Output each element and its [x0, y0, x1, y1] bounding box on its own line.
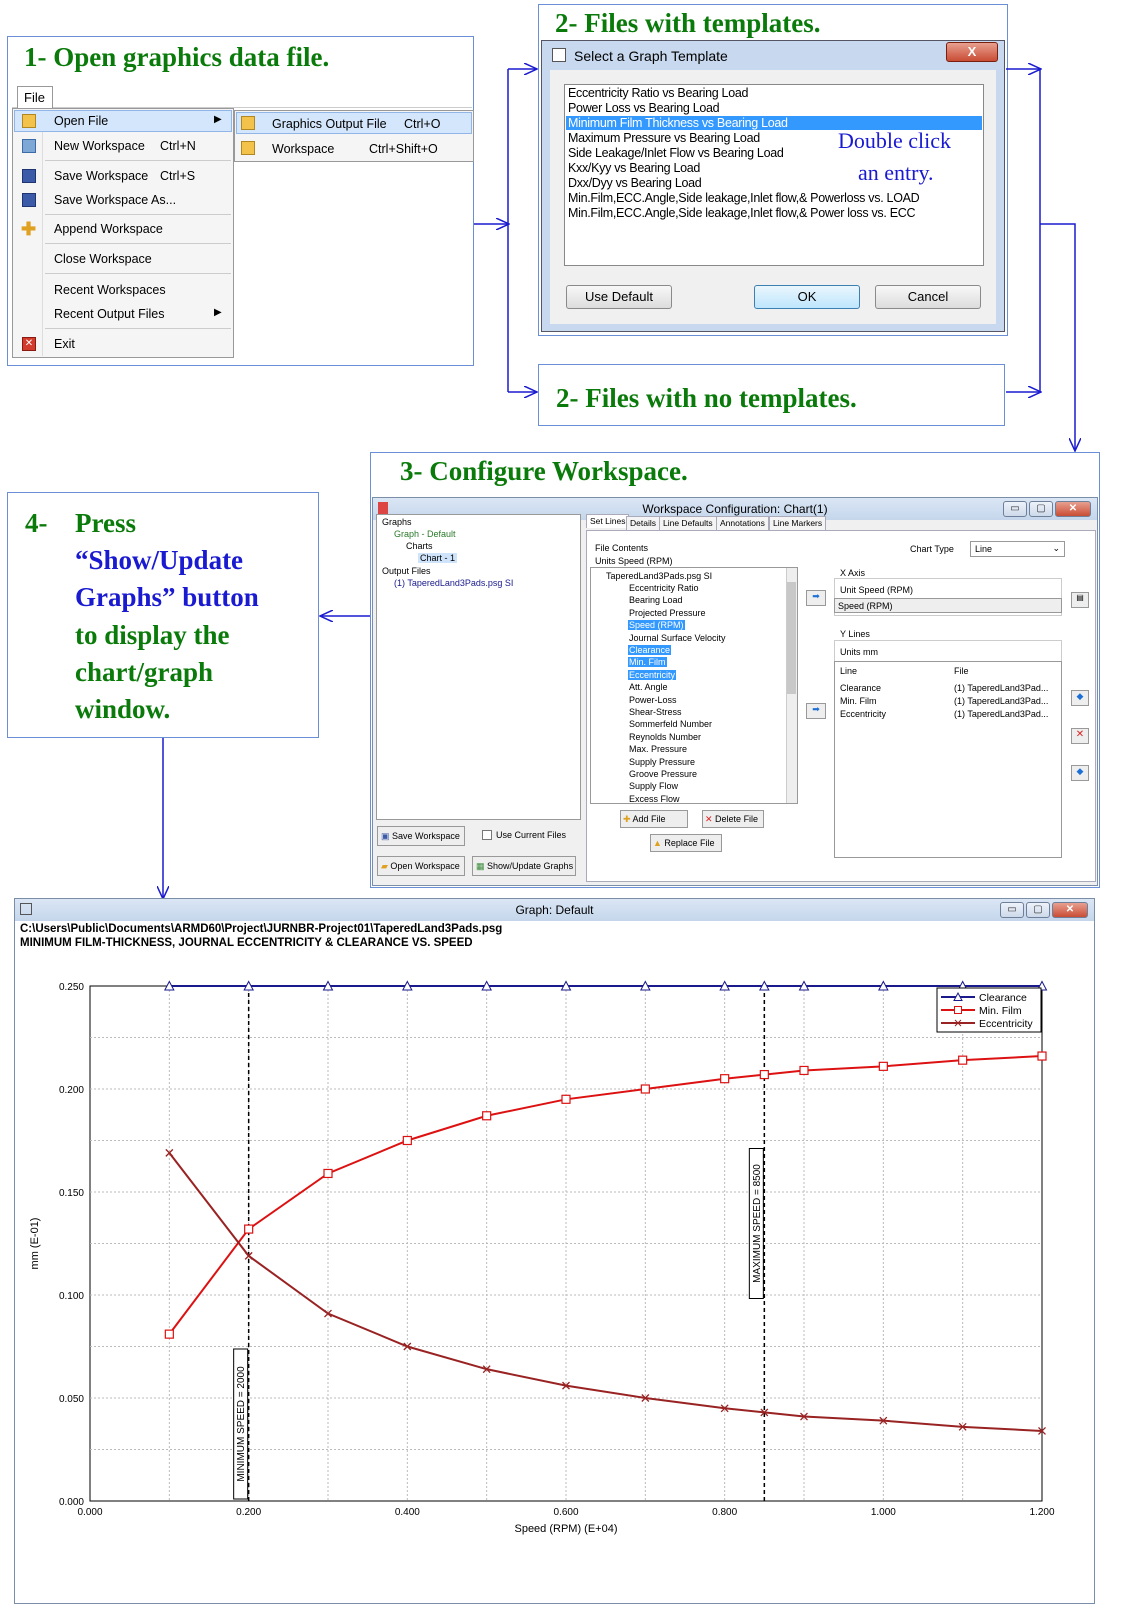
y-tick-label: 0.000: [59, 1497, 84, 1508]
graph-window-title: Graph: Default: [515, 903, 594, 917]
x-tick-label: 0.200: [236, 1507, 261, 1518]
y-axis-label: mm (E-01): [29, 1218, 41, 1270]
data-point: [1037, 1051, 1047, 1061]
data-point: [799, 1065, 809, 1076]
close-icon[interactable]: ✕: [1052, 902, 1088, 918]
y-tick-label: 0.050: [59, 1394, 84, 1405]
data-point: [640, 1084, 650, 1094]
data-point: [244, 1224, 254, 1234]
graph-heading: MINIMUM FILM-THICKNESS, JOURNAL ECCENTRI…: [20, 937, 473, 949]
minimize-icon[interactable]: ▭: [1000, 902, 1024, 918]
legend-label: Min. Film: [979, 1005, 1022, 1017]
y-tick-label: 0.150: [59, 1188, 84, 1199]
data-point: [323, 1168, 333, 1179]
data-point: [720, 1074, 730, 1084]
data-point: [878, 1061, 888, 1071]
legend-label: Eccentricity: [979, 1018, 1033, 1030]
x-tick-label: 0.400: [395, 1507, 420, 1518]
data-point: [402, 1135, 412, 1146]
arrow-to-step3: [1040, 223, 1075, 450]
data-point: [958, 1055, 968, 1065]
data-point: [482, 1111, 492, 1121]
data-point: [164, 1329, 174, 1339]
data-point: [759, 1069, 769, 1080]
x-axis-label: Speed (RPM) (E+04): [514, 1523, 617, 1535]
x-tick-label: 0.600: [553, 1507, 578, 1518]
x-tick-label: 1.200: [1029, 1507, 1054, 1518]
reference-label: MINIMUM SPEED = 2000: [236, 1366, 247, 1482]
legend-label: Clearance: [979, 992, 1027, 1004]
y-tick-label: 0.250: [59, 982, 84, 993]
data-point: [561, 1094, 571, 1104]
chart: 0.000 0.200 0.400 0.600 0.800 1.000 1.200 0.000…: [29, 980, 1055, 1535]
graph-titlebar: Graph: Default ▭ ▢ ✕: [15, 899, 1094, 921]
reference-label: MAXIMUM SPEED = 8500: [752, 1164, 763, 1283]
x-tick-label: 0.800: [712, 1507, 737, 1518]
x-tick-label: 1.000: [871, 1507, 896, 1518]
maximize-icon[interactable]: ▢: [1026, 902, 1050, 918]
graph-file-path: C:\Users\Public\Documents\ARMD60\Project…: [20, 923, 503, 935]
y-tick-label: 0.100: [59, 1291, 84, 1302]
window-controls: ▭ ▢ ✕: [1000, 902, 1088, 918]
x-tick-label: 0.000: [77, 1507, 102, 1518]
graph-app-icon: [20, 903, 32, 915]
y-tick-label: 0.200: [59, 1085, 84, 1096]
legend-marker: [954, 1006, 962, 1014]
